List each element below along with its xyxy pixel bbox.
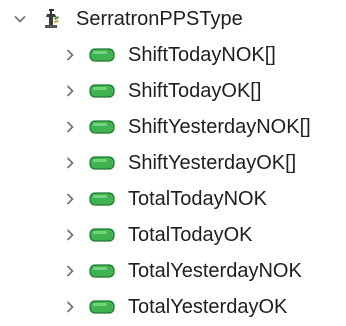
tree-node-total-yesterday-ok[interactable]: TotalYesterdayOK [62, 289, 287, 325]
variable-icon [88, 83, 116, 99]
tree-node-label: ShiftTodayNOK[] [128, 44, 276, 66]
chevron-right-icon[interactable] [62, 83, 78, 99]
variable-icon [88, 299, 116, 315]
variable-icon [88, 227, 116, 243]
tree-view: SerratronPPSType ShiftTodayNOK[] ShiftTo… [0, 0, 346, 326]
tree-node-label: TotalYesterdayOK [128, 296, 288, 318]
tree-node-shift-yesterday-nok[interactable]: ShiftYesterdayNOK[] [62, 109, 311, 145]
chevron-right-icon[interactable] [62, 263, 78, 279]
object-type-icon [40, 7, 64, 31]
chevron-right-icon[interactable] [62, 227, 78, 243]
tree-node-label: TotalTodayOK [128, 224, 253, 246]
variable-icon [88, 263, 116, 279]
chevron-right-icon[interactable] [62, 119, 78, 135]
variable-icon [88, 119, 116, 135]
tree-node-label: ShiftTodayOK[] [128, 80, 262, 102]
tree-node-label: ShiftYesterdayNOK[] [128, 116, 311, 138]
chevron-right-icon[interactable] [62, 299, 78, 315]
tree-node-label: TotalTodayNOK [128, 188, 267, 210]
tree-node-label: SerratronPPSType [76, 8, 243, 30]
chevron-right-icon[interactable] [62, 191, 78, 207]
tree-node-shift-today-ok[interactable]: ShiftTodayOK[] [62, 73, 261, 109]
tree-node-shift-today-nok[interactable]: ShiftTodayNOK[] [62, 37, 276, 73]
chevron-right-icon[interactable] [62, 47, 78, 63]
tree-node-serratron-pps-type[interactable]: SerratronPPSType [12, 1, 243, 37]
tree-node-label: ShiftYesterdayOK[] [128, 152, 297, 174]
chevron-right-icon[interactable] [62, 155, 78, 171]
variable-icon [88, 155, 116, 171]
variable-icon [88, 47, 116, 63]
tree-node-label: TotalYesterdayNOK [128, 260, 302, 282]
tree-node-total-yesterday-nok[interactable]: TotalYesterdayNOK [62, 253, 302, 289]
tree-node-shift-yesterday-ok[interactable]: ShiftYesterdayOK[] [62, 145, 296, 181]
tree-node-total-today-ok[interactable]: TotalTodayOK [62, 217, 253, 253]
chevron-down-icon[interactable] [12, 11, 28, 27]
variable-icon [88, 191, 116, 207]
tree-node-total-today-nok[interactable]: TotalTodayNOK [62, 181, 267, 217]
